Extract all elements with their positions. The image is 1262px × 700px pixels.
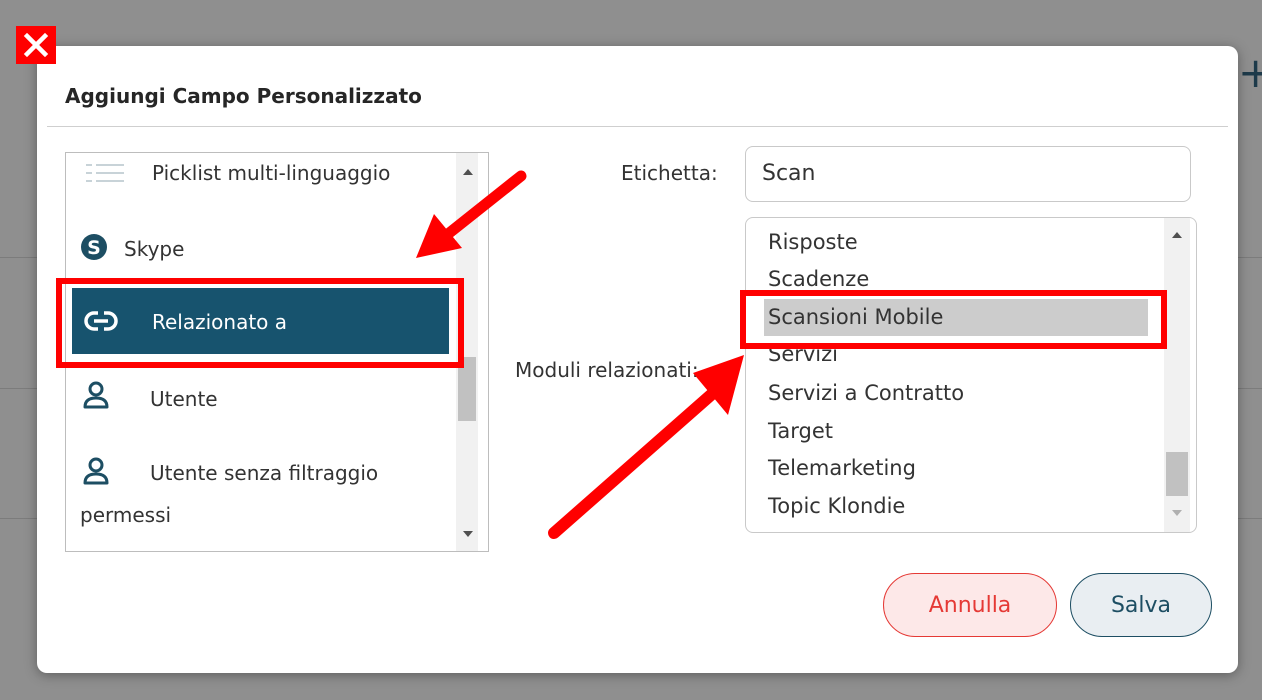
module-option[interactable]: Scadenze [764,261,1148,298]
field-type-user[interactable]: Utente [66,373,456,421]
background-divider [1238,518,1262,519]
scroll-up-arrow-icon[interactable] [1172,232,1182,238]
module-option-selected[interactable]: Scansioni Mobile [764,299,1148,336]
close-icon [23,32,49,58]
field-type-list[interactable]: Picklist multi-linguaggio S Skype Relazi… [65,152,489,552]
modules-scrollbar-thumb[interactable] [1166,452,1188,496]
svg-text:S: S [87,237,101,259]
module-option[interactable]: Target [764,413,1148,450]
field-type-label: Skype [124,237,185,261]
field-type-scrollbar-thumb[interactable] [458,357,476,421]
module-option[interactable]: Risposte [764,224,1148,261]
user-icon [83,457,109,485]
scroll-up-arrow-icon[interactable] [463,169,473,175]
dialog-divider [47,126,1228,127]
field-type-picklist-multilanguage[interactable]: Picklist multi-linguaggio [66,153,456,197]
field-type-label: Picklist multi-linguaggio [152,161,391,185]
label-input[interactable]: Scan [745,146,1191,202]
dialog-title: Aggiungi Campo Personalizzato [65,84,422,108]
module-option[interactable]: Servizi a Contratto [764,375,1148,412]
save-button[interactable]: Salva [1070,573,1212,637]
background-add-icon: + [1238,48,1262,97]
skype-icon: S [81,234,107,260]
background-divider [0,388,37,389]
link-icon [84,310,118,332]
cancel-button[interactable]: Annulla [883,573,1057,637]
scroll-down-arrow-icon[interactable] [1172,510,1182,516]
module-option[interactable]: Telemarketing [764,450,1148,487]
background-divider [1238,257,1262,258]
background-divider [1238,388,1262,389]
module-option[interactable]: Topic Klondie [764,488,1148,525]
background-divider [0,257,37,258]
custom-field-dialog: Aggiungi Campo Personalizzato Picklist m… [37,46,1238,673]
user-icon [83,381,109,409]
background-divider [0,518,37,519]
field-type-user-unfiltered[interactable]: Utente senza filtraggio permessi [66,445,456,537]
field-type-label: Utente [150,387,218,411]
field-type-skype[interactable]: S Skype [66,225,456,269]
field-type-scrollbar[interactable] [456,153,478,551]
module-option[interactable]: Servizi [764,336,1148,373]
field-type-label-line2: permessi [80,503,172,527]
scroll-down-arrow-icon[interactable] [463,531,473,537]
field-type-label: Relazionato a [152,310,288,334]
close-button[interactable] [16,26,56,64]
field-type-label: Utente senza filtraggio [150,461,379,485]
picklist-icon [86,164,124,182]
related-modules-label: Moduli relazionati: [515,358,699,382]
related-modules-list[interactable]: Risposte Scadenze Scansioni Mobile Servi… [745,217,1197,533]
label-field-label: Etichetta: [621,161,718,185]
field-type-related-to[interactable]: Relazionato a [72,288,449,354]
